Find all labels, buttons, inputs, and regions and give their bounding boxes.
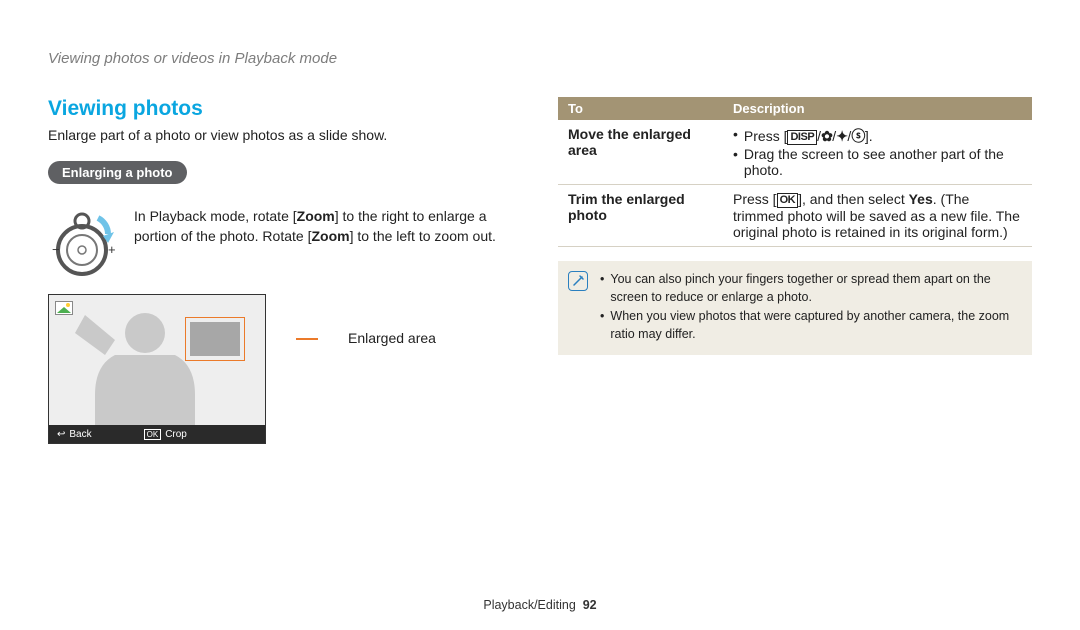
table-header-description: Description [723,97,1032,120]
subheading-pill: Enlarging a photo [48,161,187,184]
svg-text:−: − [52,242,60,257]
intro-text: Enlarge part of a photo or view photos a… [48,127,528,143]
note-box: You can also pinch your fingers together… [558,261,1032,355]
zoom-instructions: In Playback mode, rotate [Zoom] to the r… [134,206,528,247]
enlarged-area-label: Enlarged area [348,330,436,346]
breadcrumb: Viewing photos or videos in Playback mod… [48,50,1032,67]
note-icon [568,271,588,291]
camera-screen-preview: ↩Back OKCrop [48,294,266,444]
enlarged-area-indicator [185,317,245,361]
disp-key-icon: DISP [787,130,817,145]
table-row: Move the enlarged area Press [DISP/✿/✦/ⓢ… [558,120,1032,185]
back-button-label: ↩Back [57,429,92,440]
table-row: Trim the enlarged photo Press [OK], and … [558,185,1032,247]
table-header-to: To [558,97,723,120]
callout-line [296,338,318,340]
svg-text:+: + [108,242,116,257]
zoom-dial-icon: − + [48,206,120,278]
description-table: To Description Move the enlarged area Pr… [558,97,1032,247]
section-title: Viewing photos [48,97,528,121]
ok-key-icon: OK [777,193,799,208]
page-footer: Playback/Editing 92 [0,598,1080,612]
ok-crop-label: OKCrop [144,429,187,440]
